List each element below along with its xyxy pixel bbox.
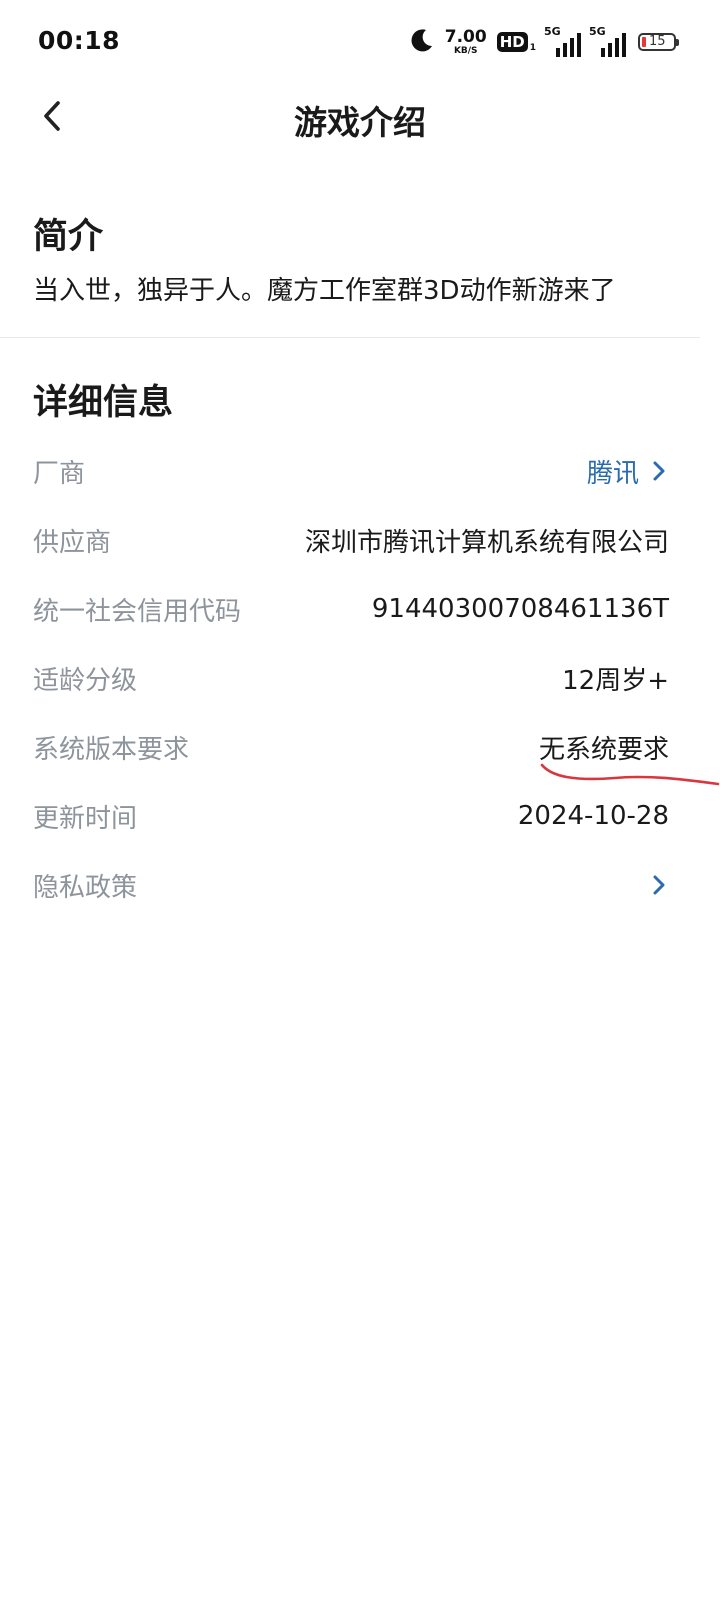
detail-label: 供应商 (33, 527, 112, 558)
hd-sub-label: 1 (529, 43, 536, 53)
detail-row-supplier: 供应商 深圳市腾讯计算机系统有限公司 (33, 515, 669, 565)
detail-label: 统一社会信用代码 (33, 596, 242, 627)
detail-label: 适龄分级 (33, 665, 138, 696)
chevron-right-icon (649, 459, 669, 483)
detail-row-age-rating: 适龄分级 12周岁+ (33, 653, 669, 703)
vendor-link[interactable]: 腾讯 (587, 453, 639, 490)
detail-label: 系统版本要求 (33, 734, 190, 765)
detail-row-credit-code: 统一社会信用代码 91440300708461136T (33, 584, 669, 634)
status-icons: 7.00 KB/S HD 1 5G 5G 15 (409, 24, 679, 60)
signal-icon: 5G (589, 25, 626, 57)
intro-heading: 简介 (33, 217, 104, 257)
intro-text: 当入世，独异于人。魔方工作室群3D动作新游来了 (33, 276, 616, 306)
hd-icon: HD (496, 31, 528, 53)
detail-value: 2024-10-28 (517, 801, 669, 831)
status-bar: 00:18 7.00 KB/S HD 1 5G 5G 15 (0, 0, 720, 86)
detail-label: 更新时间 (33, 803, 138, 834)
battery-icon: 15 (638, 33, 679, 51)
network-speed: 7.00 KB/S (444, 26, 487, 56)
detail-row-system-requirement: 系统版本要求 无系统要求 (33, 722, 669, 772)
moon-icon (409, 27, 435, 57)
detail-value: 12周岁+ (562, 665, 669, 696)
detail-row-privacy-policy[interactable]: 隐私政策 (33, 860, 669, 910)
signal-icon: 5G (544, 25, 581, 57)
detail-row-vendor[interactable]: 厂商 腾讯 (33, 446, 669, 496)
nav-bar: 游戏介绍 (0, 86, 720, 150)
details-heading: 详细信息 (33, 383, 174, 423)
detail-label: 隐私政策 (33, 872, 138, 903)
detail-value: 深圳市腾讯计算机系统有限公司 (304, 527, 669, 558)
detail-value: 无系统要求 (538, 734, 669, 765)
page-title: 游戏介绍 (294, 103, 426, 142)
detail-value: 91440300708461136T (371, 594, 669, 624)
detail-label: 厂商 (33, 458, 86, 489)
divider (0, 337, 700, 338)
status-time: 00:18 (38, 26, 121, 55)
chevron-right-icon (649, 873, 669, 897)
detail-row-update-time: 更新时间 2024-10-28 (33, 791, 669, 841)
